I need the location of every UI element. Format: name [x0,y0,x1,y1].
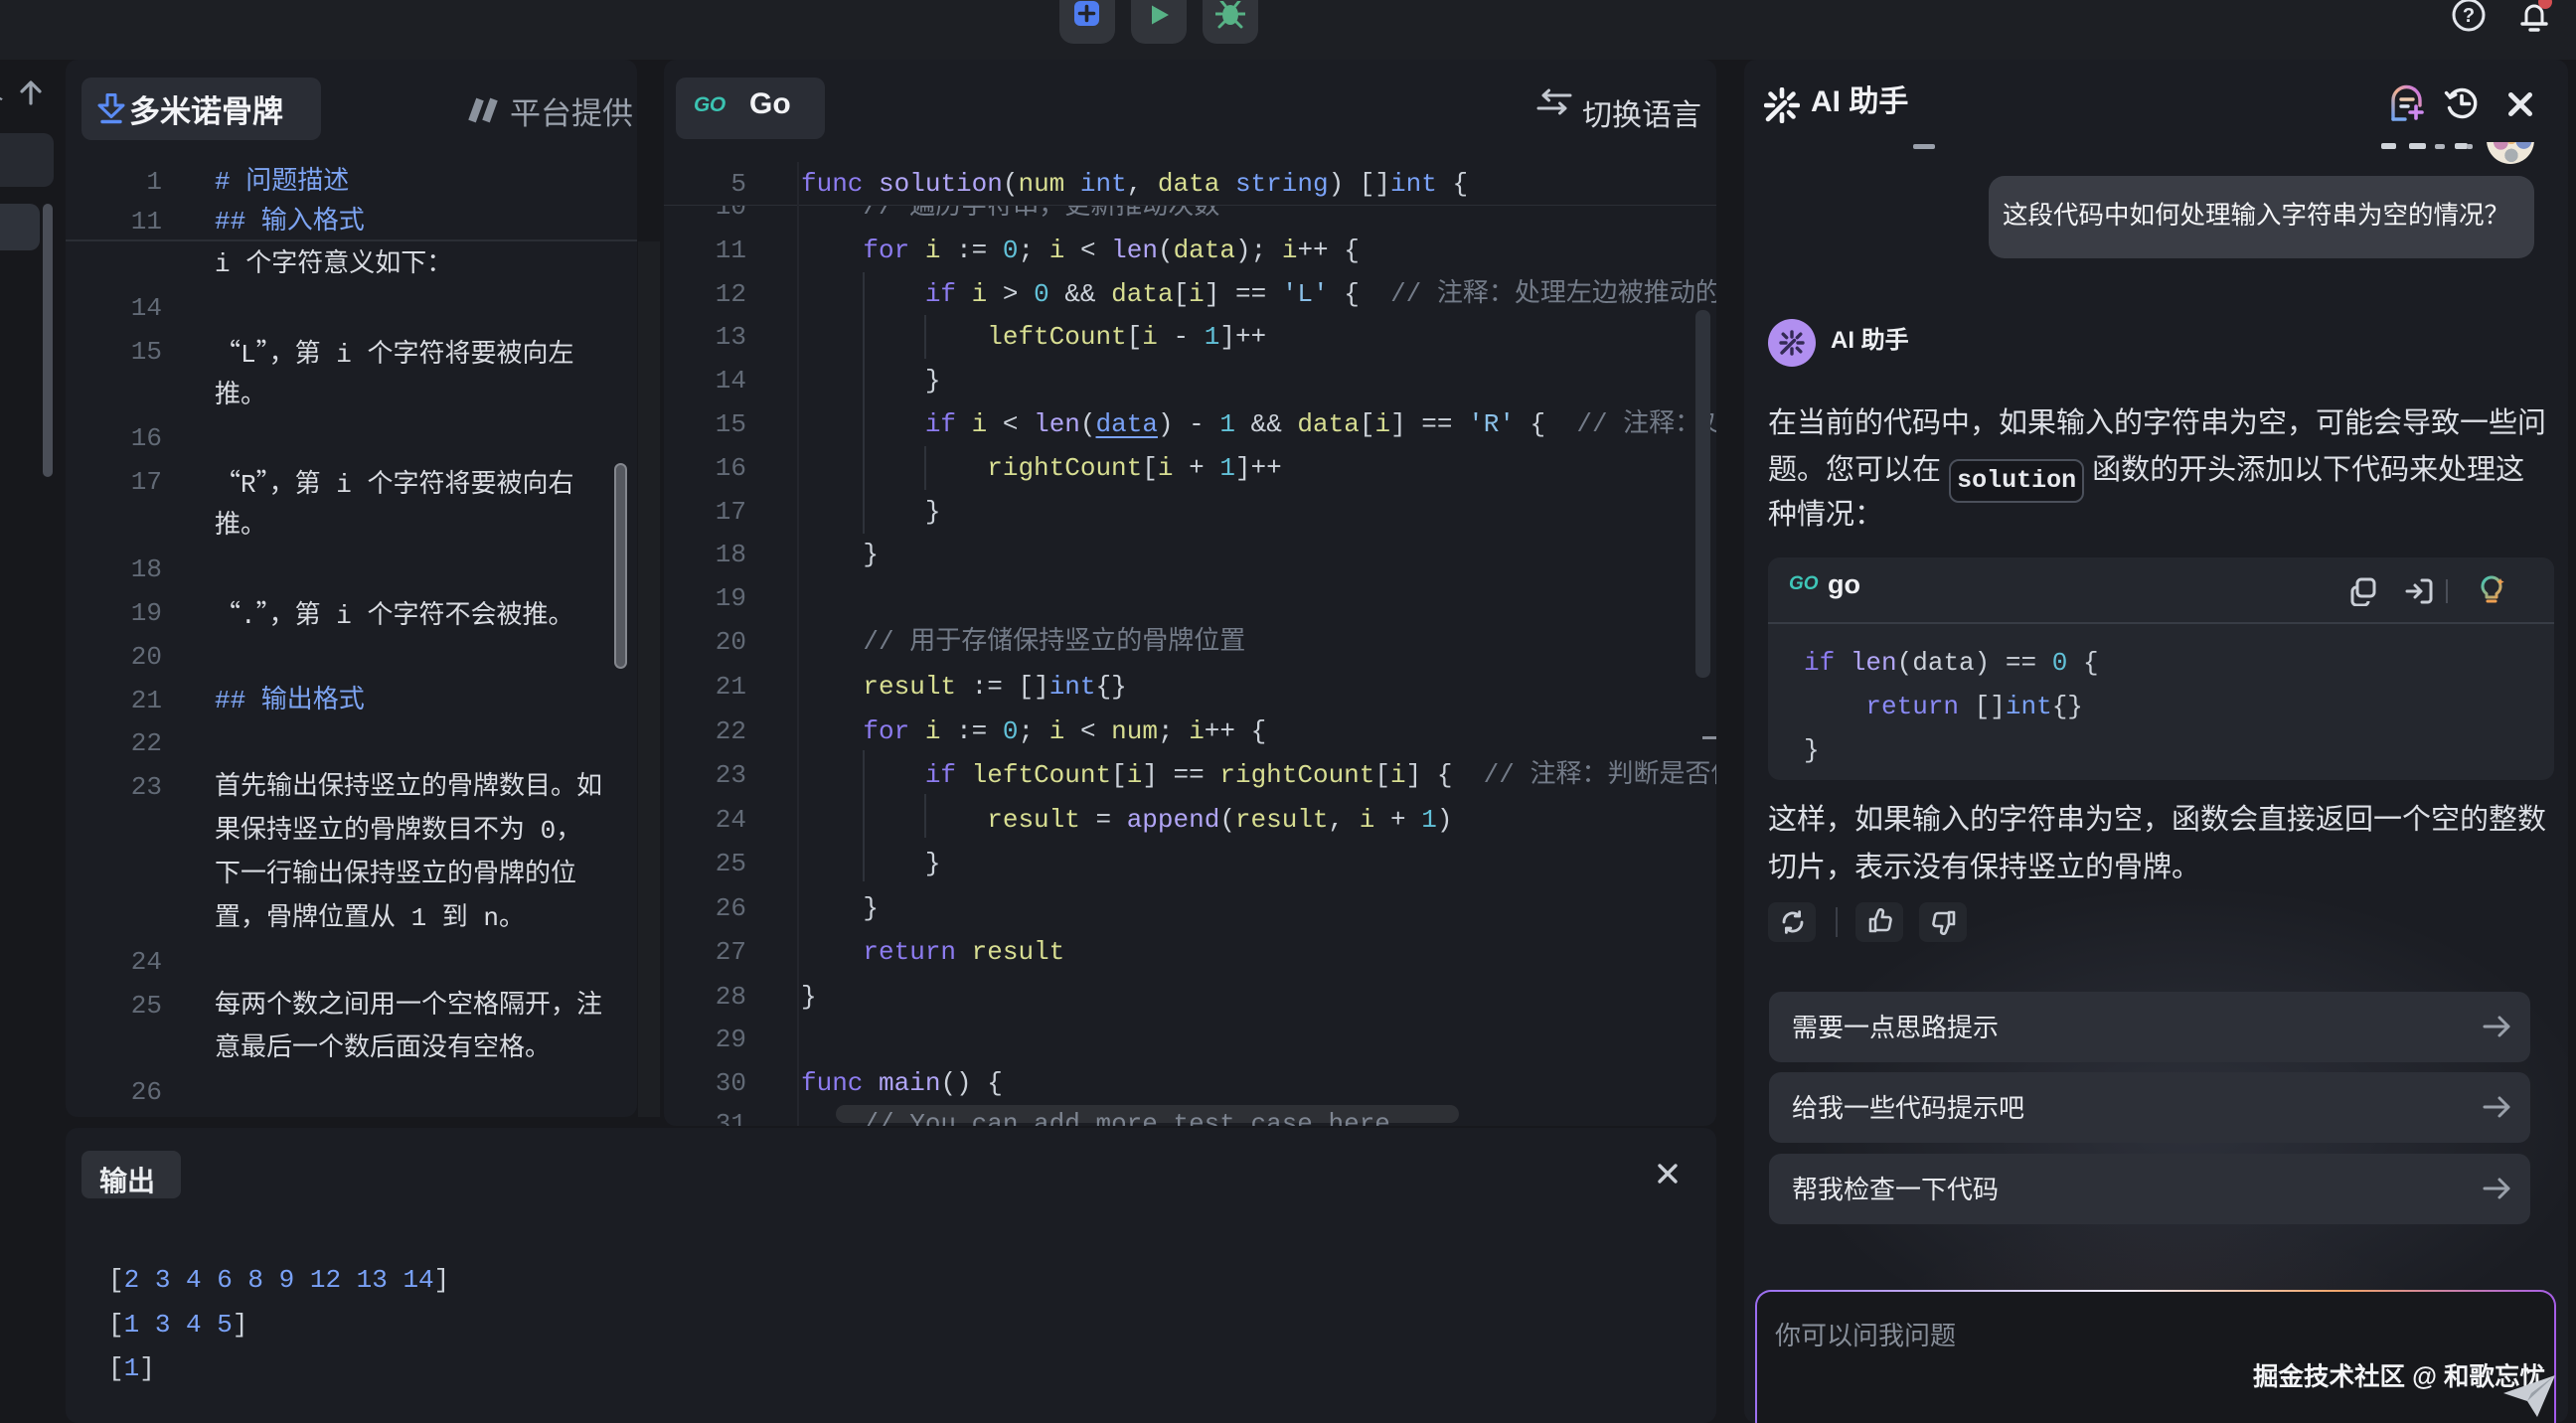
svg-text:?: ? [2463,5,2475,27]
